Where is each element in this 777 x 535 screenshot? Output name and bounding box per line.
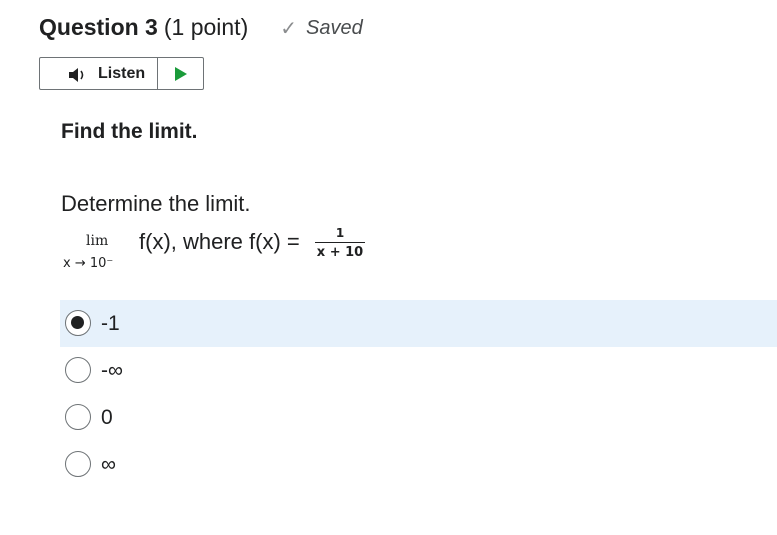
answer-options: -1 -∞ 0 ∞ [60, 300, 777, 488]
question-header: Question 3 (1 point) ✓ Saved [39, 14, 363, 41]
option-row[interactable]: -1 [60, 300, 777, 347]
option-row[interactable]: -∞ [60, 347, 777, 394]
question-title: Question 3 [39, 14, 158, 40]
fraction-bar [315, 242, 365, 243]
function-definition: f(x), where f(x) = [139, 229, 300, 254]
lim-subscript: x → 10⁻ [63, 256, 114, 271]
instruction-text: Determine the limit. [61, 191, 251, 216]
fraction-numerator: 1 [335, 226, 345, 240]
check-icon: ✓ [280, 18, 297, 40]
radio-button[interactable] [65, 404, 91, 430]
option-row[interactable]: 0 [60, 394, 777, 441]
lim-operator: lim [86, 233, 109, 249]
option-label[interactable]: -∞ [101, 359, 123, 383]
option-label[interactable]: ∞ [101, 453, 116, 477]
saved-label: Saved [306, 17, 363, 39]
listen-button[interactable]: Listen [98, 65, 145, 83]
limit-expression: lim x → 10⁻ f(x), where f(x) = 1 x + 10 [61, 226, 381, 276]
fraction: 1 x + 10 [315, 226, 365, 260]
option-row[interactable]: ∞ [60, 441, 777, 488]
fraction-denominator: x + 10 [316, 245, 364, 260]
question-prompt: Find the limit. [61, 120, 198, 143]
saved-status: ✓ Saved [280, 16, 362, 41]
radio-button[interactable] [65, 451, 91, 477]
option-label[interactable]: 0 [101, 406, 113, 430]
radio-button[interactable] [65, 357, 91, 383]
speaker-icon [69, 68, 84, 82]
play-icon[interactable] [175, 67, 187, 81]
question-points: (1 point) [163, 14, 249, 40]
radio-button-selected[interactable] [65, 310, 91, 336]
option-label[interactable]: -1 [101, 312, 120, 336]
listen-divider [157, 58, 158, 89]
listen-widget: Listen [39, 57, 204, 90]
